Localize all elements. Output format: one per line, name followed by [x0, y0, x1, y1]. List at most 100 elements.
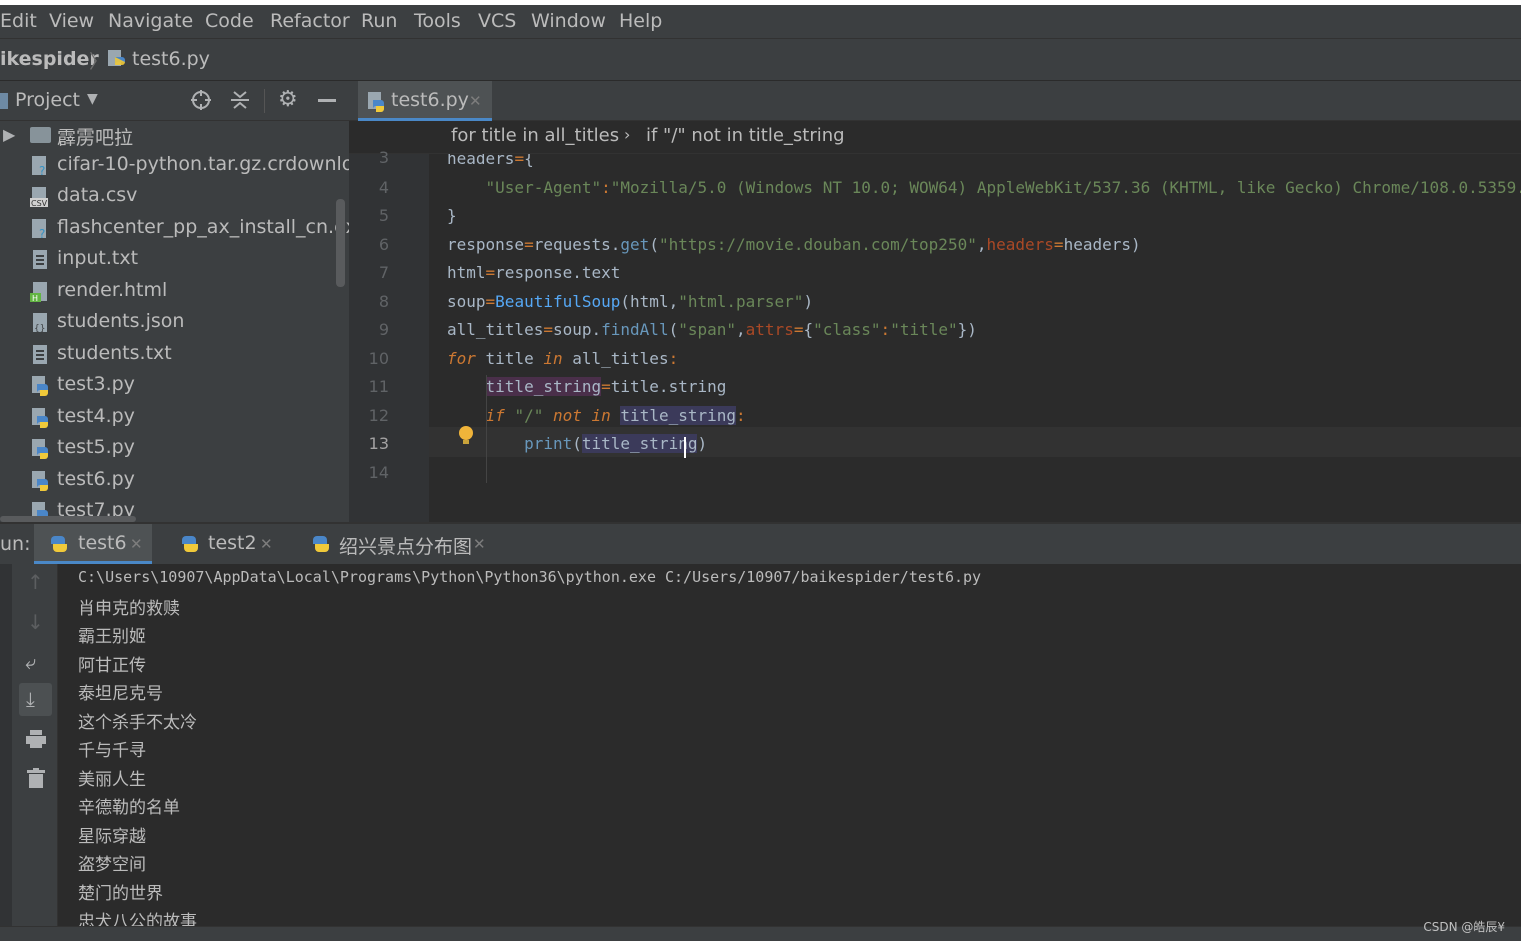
folder-label: 霹雳吧拉 — [57, 127, 134, 149]
text-file-icon — [30, 344, 50, 366]
gear-icon[interactable]: ⚙ — [278, 87, 298, 112]
python-file-icon — [30, 407, 50, 429]
menu-vcs[interactable]: VCS — [478, 10, 516, 32]
menu-window[interactable]: Window — [531, 10, 606, 32]
close-icon[interactable]: ✕ — [260, 535, 273, 553]
line-number: 11 — [368, 377, 389, 396]
close-icon[interactable]: ✕ — [130, 535, 143, 553]
project-view-selector[interactable]: Project — [15, 89, 80, 111]
line-number: 6 — [378, 235, 389, 254]
breadcrumb-project[interactable]: ikespider — [0, 48, 99, 70]
tab-label: test6 — [78, 532, 127, 554]
line-number: 5 — [378, 206, 389, 225]
editor-tab-active[interactable]: test6.py ✕ — [358, 81, 492, 121]
arrow-up-icon[interactable]: ↑ — [27, 570, 44, 594]
lightbulb-icon[interactable] — [458, 425, 474, 447]
project-view-icon — [0, 93, 8, 109]
line-number: 9 — [378, 320, 389, 339]
file-label: flashcenter_pp_ax_install_cn.exe — [57, 216, 349, 238]
breadcrumb-separator-icon: 〉 — [89, 51, 109, 73]
arrow-down-icon[interactable]: ↓ — [27, 610, 44, 634]
tree-file[interactable]: ? cifar-10-python.tar.gz.crdownload — [0, 151, 349, 181]
line-number: 12 — [368, 406, 389, 425]
run-console-output[interactable]: C:\Users\10907\AppData\Local\Programs\Py… — [58, 564, 1521, 926]
code-line: headers={ — [447, 154, 534, 168]
run-side-strip — [0, 564, 12, 926]
scroll-to-end-icon: ⤓ — [26, 687, 35, 711]
line-gutter: 3 4 5 6 7 8 9 10 11 12 13 14 — [349, 148, 441, 522]
code-line: } — [447, 206, 457, 225]
crumb-separator-icon: › — [624, 125, 631, 144]
tree-file[interactable]: input.txt — [0, 245, 349, 275]
tree-file[interactable]: test3.py — [0, 371, 349, 401]
tree-file[interactable]: test5.py — [0, 434, 349, 464]
expand-arrow-icon[interactable]: ▶ — [3, 125, 15, 144]
code-line: if "/" not in title_string: — [485, 406, 746, 425]
tree-file[interactable]: CSV data.csv — [0, 182, 349, 212]
menu-tools[interactable]: Tools — [414, 10, 461, 32]
console-line: 美丽人生 — [78, 770, 146, 790]
indent-guide — [486, 375, 487, 483]
file-label: data.csv — [57, 184, 138, 206]
crumb-if[interactable]: if "/" not in title_string — [646, 125, 845, 146]
code-editor[interactable]: headers={ "User-Agent":"Mozilla/5.0 (Win… — [429, 154, 1521, 522]
line-number: 3 — [378, 148, 389, 167]
python-icon — [48, 533, 70, 555]
run-tab-test6[interactable]: test6 ✕ — [34, 524, 152, 564]
menu-edit[interactable]: Edit — [0, 10, 37, 32]
tree-folder[interactable]: ▶ 霹雳吧拉 — [0, 121, 349, 151]
line-number: 7 — [378, 263, 389, 282]
menu-bar: Edit View Navigate Code Refactor Run Too… — [0, 5, 1521, 38]
console-line: 楚门的世界 — [78, 884, 163, 904]
code-line: "User-Agent":"Mozilla/5.0 (Windows NT 10… — [485, 178, 1521, 197]
file-label: test4.py — [57, 405, 135, 427]
tree-file[interactable]: ? flashcenter_pp_ax_install_cn.exe — [0, 214, 349, 244]
crumb-for[interactable]: for title in all_titles — [451, 125, 619, 146]
tree-scrollbar[interactable] — [336, 199, 345, 287]
line-number: 8 — [378, 292, 389, 311]
menu-refactor[interactable]: Refactor — [270, 10, 350, 32]
scroll-to-end-button[interactable]: ⤓ — [19, 683, 52, 716]
code-line: title_string=title.string — [485, 377, 727, 396]
menu-code[interactable]: Code — [205, 10, 254, 32]
file-label: students.txt — [57, 342, 172, 364]
file-label: test5.py — [57, 436, 135, 458]
menu-navigate[interactable]: Navigate — [108, 10, 193, 32]
console-line: 阿甘正传 — [78, 656, 146, 676]
close-icon[interactable]: ✕ — [473, 535, 486, 553]
file-label: render.html — [57, 279, 168, 301]
tab-label: test2 — [208, 532, 257, 554]
minimize-icon[interactable] — [318, 99, 336, 102]
run-tab-test2[interactable]: test2 ✕ — [165, 524, 290, 564]
python-file-icon — [30, 438, 50, 460]
text-file-icon — [30, 249, 50, 271]
menu-view[interactable]: View — [49, 10, 94, 32]
run-tab-map[interactable]: 绍兴景点分布图 ✕ — [296, 524, 496, 564]
chevron-down-icon[interactable]: ▼ — [87, 91, 98, 107]
file-label: input.txt — [57, 247, 139, 269]
breadcrumb-file[interactable]: test6.py — [132, 48, 210, 70]
tree-file[interactable]: test6.py — [0, 466, 349, 496]
locate-target-icon[interactable] — [190, 89, 212, 111]
code-line: all_titles=soup.findAll("span",attrs={"c… — [447, 320, 977, 339]
tree-file[interactable]: H render.html — [0, 277, 349, 307]
tree-file[interactable]: {} students.json — [0, 308, 349, 338]
folder-icon — [30, 127, 51, 143]
console-line: 辛德勒的名单 — [78, 798, 180, 818]
line-number: 14 — [368, 463, 389, 482]
console-command-line: C:\Users\10907\AppData\Local\Programs\Py… — [78, 568, 982, 586]
file-label: cifar-10-python.tar.gz.crdownload — [57, 153, 349, 175]
collapse-all-icon[interactable] — [229, 89, 251, 111]
print-icon[interactable] — [26, 730, 46, 748]
close-icon[interactable]: ✕ — [469, 92, 482, 110]
python-icon — [179, 533, 201, 555]
menu-run[interactable]: Run — [361, 10, 397, 32]
tree-file[interactable]: students.txt — [0, 340, 349, 370]
csv-file-icon: CSV — [30, 186, 50, 208]
menu-help[interactable]: Help — [619, 10, 662, 32]
tree-file[interactable]: test4.py — [0, 403, 349, 433]
trash-icon[interactable] — [27, 768, 45, 788]
console-line: 泰坦尼克号 — [78, 684, 163, 704]
soft-wrap-icon[interactable]: ⤶ — [25, 650, 36, 674]
console-line: 这个杀手不太冷 — [78, 713, 197, 733]
